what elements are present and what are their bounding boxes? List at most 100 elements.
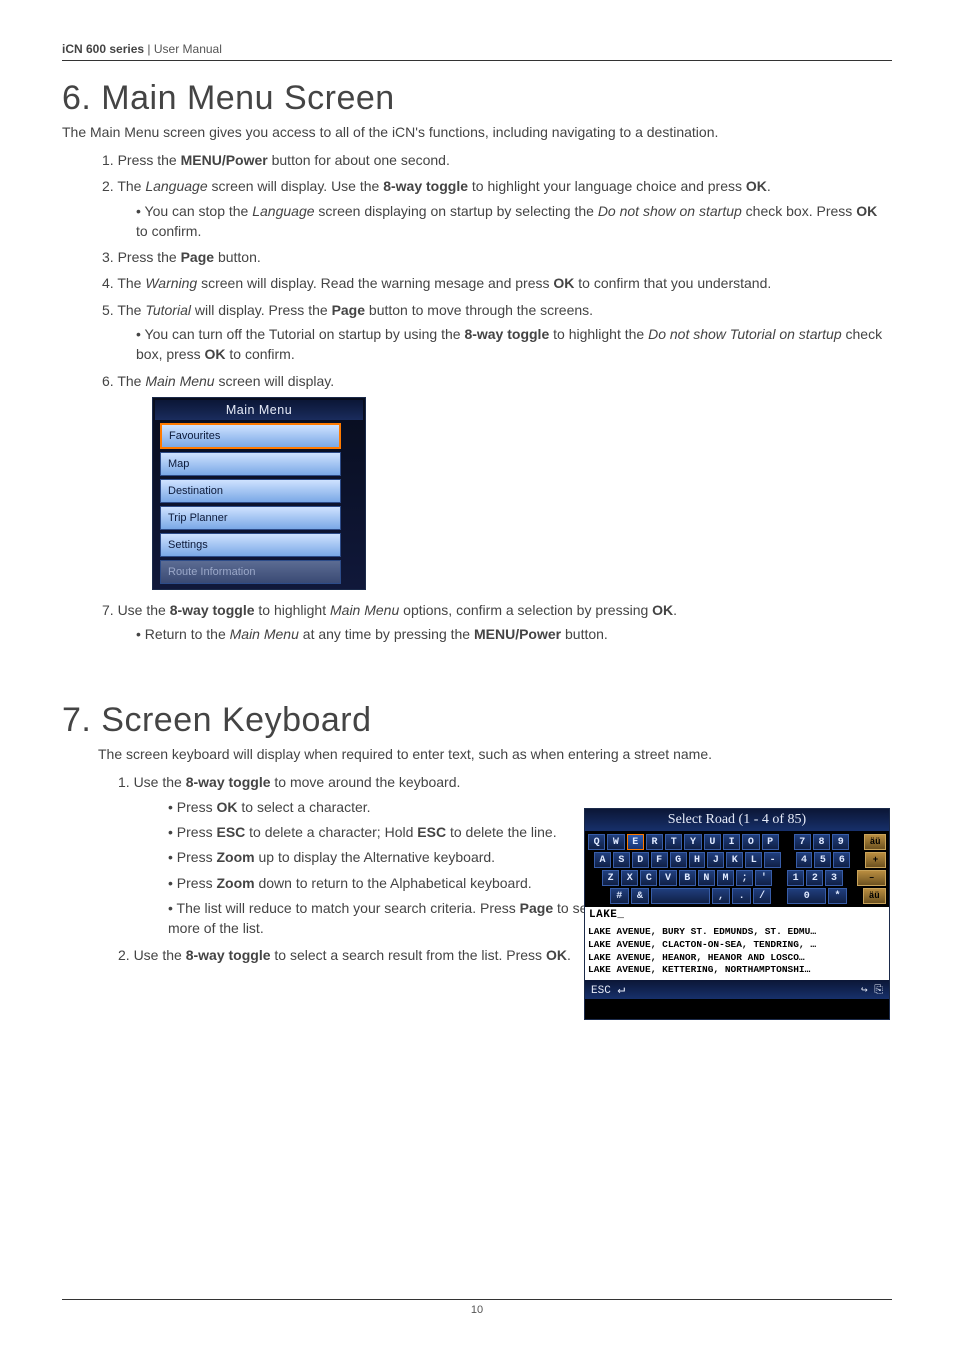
key-d: D — [632, 852, 649, 868]
key-4: 4 — [796, 852, 813, 868]
key-amp: & — [631, 888, 650, 904]
section7-steps: 1. Use the 8-way toggle to move around t… — [62, 772, 628, 965]
keyboard-screenshot: Select Road (1 - 4 of 85) Q W E R T Y U … — [584, 808, 890, 1020]
s7-step1c: Press Zoom up to display the Alternative… — [168, 847, 628, 867]
key-q: Q — [588, 834, 605, 850]
section6-intro: The Main Menu screen gives you access to… — [62, 124, 892, 140]
key-c: C — [640, 870, 657, 886]
kb-result-1: LAKE AVENUE, BURY ST. EDMUNDS, ST. EDMU… — [588, 926, 886, 939]
step-1: 1. Press the MENU/Power button for about… — [102, 150, 892, 170]
s7-step2: 2. Use the 8-way toggle to select a sear… — [118, 945, 628, 965]
mm-item-favourites: Favourites — [160, 423, 341, 449]
key-9: 9 — [832, 834, 849, 850]
key-f: F — [651, 852, 668, 868]
next-icon: ↪ — [861, 985, 868, 997]
kb-esc-label: ESC — [591, 985, 611, 997]
key-h: H — [689, 852, 706, 868]
step-5-sub: You can turn off the Tutorial on startup… — [136, 324, 892, 365]
key-dot: . — [732, 888, 751, 904]
section6-title: 6. Main Menu Screen — [62, 79, 892, 118]
key-7: 7 — [794, 834, 811, 850]
main-menu-screenshot: Main Menu Favourites Map Destination Tri… — [152, 397, 366, 590]
key-6: 6 — [833, 852, 850, 868]
key-m: M — [717, 870, 734, 886]
key-semi: ; — [736, 870, 753, 886]
s7-step1b: Press ESC to delete a character; Hold ES… — [168, 822, 628, 842]
header-divider: | — [144, 42, 154, 56]
key-l: L — [745, 852, 762, 868]
page-footer: 10 — [62, 1299, 892, 1316]
key-t: T — [665, 834, 682, 850]
key-alt-down: äü — [863, 888, 886, 904]
key-dash: - — [764, 852, 781, 868]
key-minus: – — [857, 870, 886, 886]
key-2: 2 — [806, 870, 823, 886]
kb-results: LAKE AVENUE, BURY ST. EDMUNDS, ST. EDMU…… — [585, 923, 889, 980]
kb-keys: Q W E R T Y U I O P 7 8 9 äü A S D — [585, 831, 889, 907]
section7-intro: The screen keyboard will display when re… — [62, 746, 892, 762]
key-n: N — [698, 870, 715, 886]
kb-footer: ESC ↵ ↪ ⎘ — [585, 980, 889, 999]
section6-steps-cont: 7. Use the 8-way toggle to highlight Mai… — [62, 600, 892, 645]
key-k: K — [726, 852, 743, 868]
key-x: X — [621, 870, 638, 886]
key-e: E — [627, 834, 644, 850]
key-0: 0 — [787, 888, 826, 904]
key-p: P — [762, 834, 779, 850]
key-y: Y — [684, 834, 701, 850]
key-v: V — [659, 870, 676, 886]
step-5: 5. The Tutorial will display. Press the … — [102, 300, 892, 365]
page-icon: ⎘ — [874, 985, 883, 997]
step-2-sub: You can stop the Language screen display… — [136, 201, 892, 242]
key-o: O — [742, 834, 759, 850]
key-comma: , — [712, 888, 731, 904]
key-u: U — [704, 834, 721, 850]
key-5: 5 — [814, 852, 831, 868]
key-space — [651, 888, 710, 904]
key-g: G — [670, 852, 687, 868]
key-1: 1 — [787, 870, 804, 886]
mm-item-destination: Destination — [160, 479, 341, 503]
header-doc: User Manual — [154, 42, 222, 56]
mm-item-settings: Settings — [160, 533, 341, 557]
kb-result-4: LAKE AVENUE, KETTERING, NORTHAMPTONSHI… — [588, 964, 886, 977]
step-7: 7. Use the 8-way toggle to highlight Mai… — [102, 600, 892, 645]
key-alt-up: äü — [864, 834, 886, 850]
key-slash: / — [753, 888, 772, 904]
key-3: 3 — [825, 870, 842, 886]
kb-result-3: LAKE AVENUE, HEANOR, HEANOR AND LOSCO… — [588, 952, 886, 965]
key-i: I — [723, 834, 740, 850]
page-header: iCN 600 series | User Manual — [62, 42, 892, 61]
kb-result-2: LAKE AVENUE, CLACTON-ON-SEA, TENDRING, … — [588, 939, 886, 952]
s7-step1a: Press OK to select a character. — [168, 797, 628, 817]
key-hash: # — [610, 888, 629, 904]
s7-step1e: The list will reduce to match your searc… — [168, 898, 628, 939]
step-4: 4. The Warning screen will display. Read… — [102, 273, 892, 293]
s7-step1d: Press Zoom down to return to the Alphabe… — [168, 873, 628, 893]
key-star: * — [828, 888, 847, 904]
header-series: iCN 600 series — [62, 42, 144, 56]
step-6: 6. The Main Menu screen will display. — [102, 371, 892, 391]
key-r: R — [646, 834, 663, 850]
key-b: B — [679, 870, 696, 886]
key-s: S — [613, 852, 630, 868]
enter-icon: ↵ — [617, 982, 625, 997]
kb-title: Select Road (1 - 4 of 85) — [585, 809, 889, 831]
kb-input-field: LAKE_ — [585, 907, 889, 923]
section7-title: 7. Screen Keyboard — [62, 701, 892, 740]
mm-item-route-info: Route Information — [160, 560, 341, 584]
page-number: 10 — [471, 1304, 483, 1316]
step-3: 3. Press the Page button. — [102, 247, 892, 267]
key-plus: + — [865, 852, 886, 868]
s7-step1: 1. Use the 8-way toggle to move around t… — [118, 772, 628, 939]
key-8: 8 — [813, 834, 830, 850]
mm-item-trip-planner: Trip Planner — [160, 506, 341, 530]
section6-steps: 1. Press the MENU/Power button for about… — [62, 150, 892, 391]
step-7-sub: Return to the Main Menu at any time by p… — [136, 624, 892, 644]
mm-title: Main Menu — [155, 400, 363, 420]
key-w: W — [607, 834, 624, 850]
key-a: A — [594, 852, 611, 868]
key-z: Z — [602, 870, 619, 886]
key-j: J — [707, 852, 724, 868]
key-apos: ' — [755, 870, 772, 886]
